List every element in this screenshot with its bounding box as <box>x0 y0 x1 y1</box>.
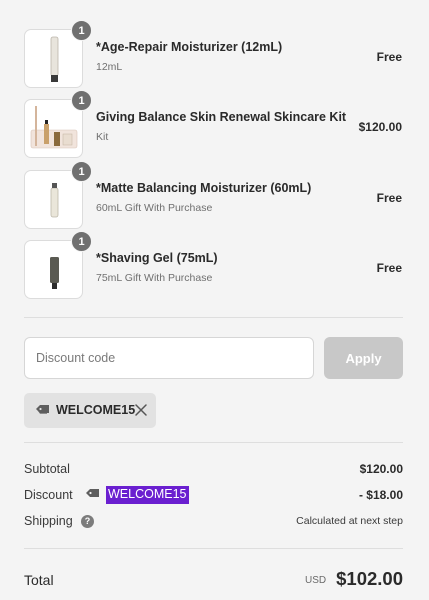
tag-icon <box>86 489 99 497</box>
tag-icon <box>36 405 49 414</box>
item-name: Giving Balance Skin Renewal Skincare Kit <box>96 110 347 124</box>
item-name: *Shaving Gel (75mL) <box>96 251 218 265</box>
line-item: 1 *Age-Repair Moisturizer (12mL) 12mL Fr… <box>0 20 429 89</box>
remove-discount-icon[interactable] <box>134 403 148 417</box>
item-subtitle: 12mL <box>96 61 123 73</box>
shipping-value: Calculated at next step <box>296 515 403 527</box>
item-name: *Matte Balancing Moisturizer (60mL) <box>96 181 312 195</box>
shipping-row: Shipping ? Calculated at next step <box>24 514 403 532</box>
line-item: 1 Giving Balance Skin Renewal Skincare K… <box>0 90 429 159</box>
subtotal-value: $120.00 <box>359 462 403 476</box>
discount-value: - $18.00 <box>358 488 403 502</box>
apply-button[interactable]: Apply <box>324 337 403 379</box>
discount-label: Discount <box>24 488 73 502</box>
quantity-badge: 1 <box>71 231 92 252</box>
item-price: $120.00 <box>358 120 402 134</box>
item-subtitle: Kit <box>96 131 109 143</box>
item-subtitle: 75mL Gift With Purchase <box>96 272 213 284</box>
discount-code-highlight: WELCOME15 <box>106 486 189 504</box>
subtotal-row: Subtotal $120.00 <box>24 462 403 480</box>
quantity-badge: 1 <box>71 20 92 41</box>
quantity-badge: 1 <box>71 161 92 182</box>
applied-code-label: WELCOME15 <box>56 403 136 417</box>
total-label: Total <box>24 572 54 588</box>
item-price: Free <box>376 261 402 275</box>
item-price: Free <box>376 50 402 64</box>
item-price: Free <box>376 191 402 205</box>
help-icon[interactable]: ? <box>81 515 94 528</box>
item-subtitle: 60mL Gift With Purchase <box>96 202 213 214</box>
shipping-label: Shipping <box>24 514 73 528</box>
quantity-badge: 1 <box>71 90 92 111</box>
discount-row: Discount WELCOME15 - $18.00 <box>24 486 403 506</box>
divider <box>24 442 403 443</box>
discount-code-input[interactable] <box>24 337 314 379</box>
applied-discount-chip: WELCOME15 <box>24 393 156 428</box>
divider <box>24 548 403 549</box>
total-value: $102.00 <box>336 568 403 589</box>
subtotal-label: Subtotal <box>24 462 70 476</box>
line-item: 1 *Matte Balancing Moisturizer (60mL) 60… <box>0 161 429 230</box>
item-name: *Age-Repair Moisturizer (12mL) <box>96 40 283 54</box>
divider <box>24 317 403 318</box>
currency-label: USD <box>305 575 327 586</box>
line-item: 1 *Shaving Gel (75mL) 75mL Gift With Pur… <box>0 231 429 300</box>
